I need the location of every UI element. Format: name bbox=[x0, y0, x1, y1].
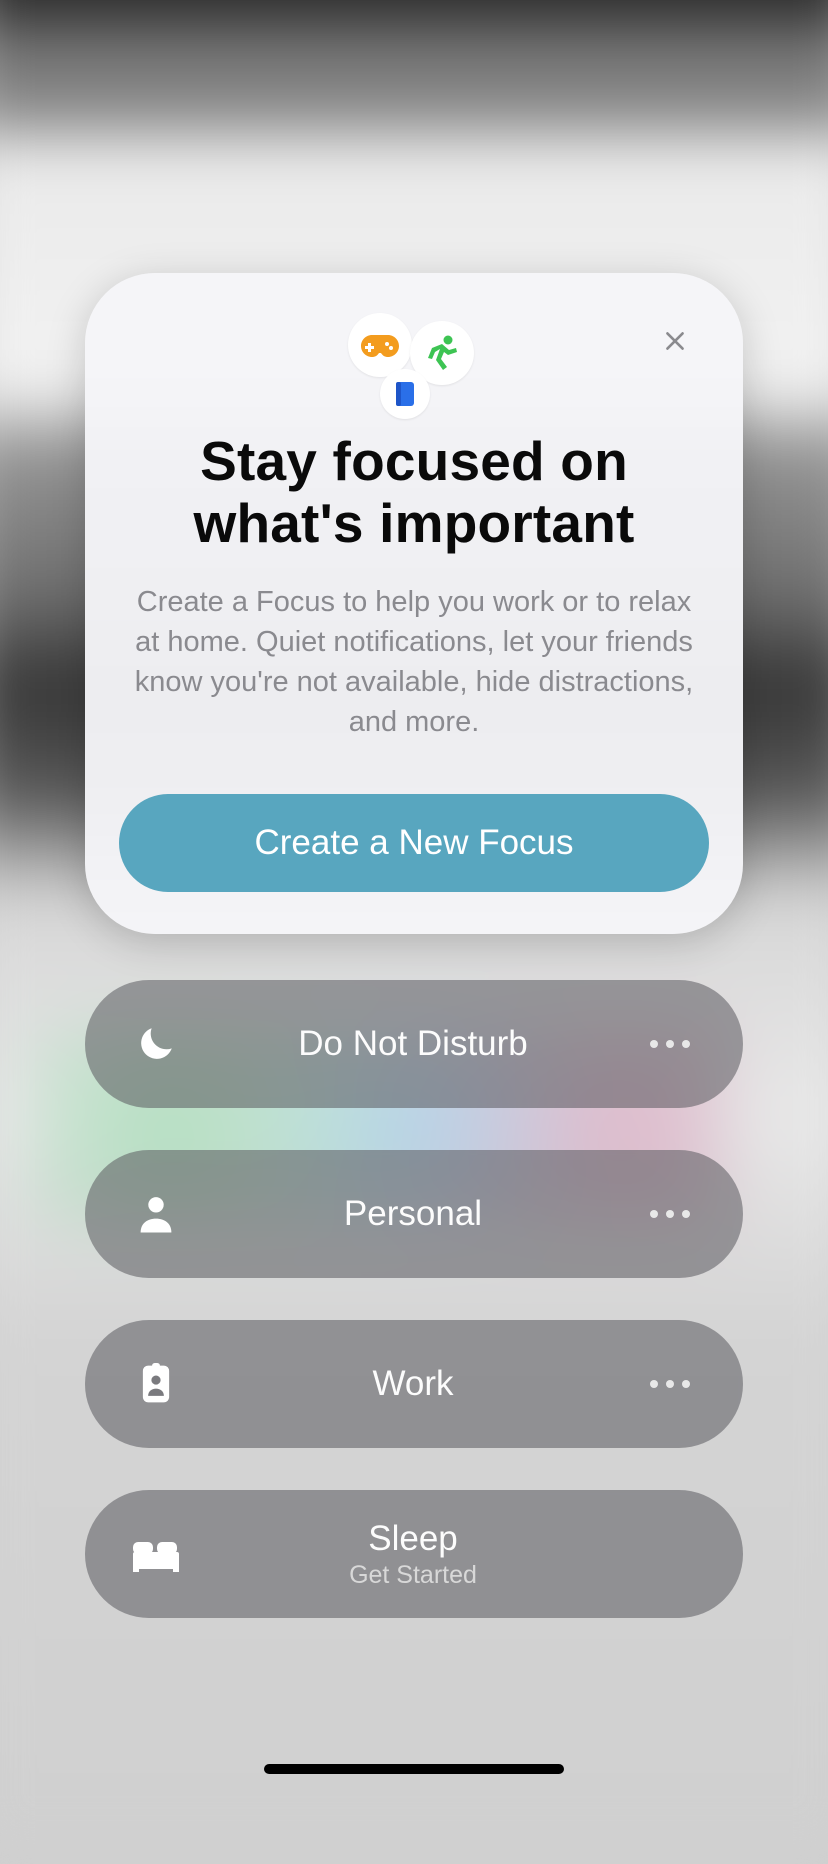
focus-overlay: Stay focused on what's important Create … bbox=[0, 0, 828, 1792]
home-indicator[interactable] bbox=[264, 1764, 564, 1774]
bed-icon bbox=[131, 1536, 181, 1572]
focus-mode-list: Do Not Disturb Personal Work bbox=[85, 980, 743, 1618]
mode-label: Do Not Disturb bbox=[298, 1024, 528, 1064]
focus-intro-card: Stay focused on what's important Create … bbox=[85, 273, 743, 934]
game-controller-icon bbox=[348, 313, 412, 377]
card-description: Create a Focus to help you work or to re… bbox=[119, 582, 709, 742]
mode-label: Work bbox=[372, 1364, 453, 1404]
more-icon[interactable] bbox=[645, 1380, 695, 1388]
mode-work[interactable]: Work bbox=[85, 1320, 743, 1448]
mode-label: Personal bbox=[344, 1194, 482, 1234]
more-icon[interactable] bbox=[645, 1210, 695, 1218]
book-icon bbox=[380, 369, 430, 419]
mode-personal[interactable]: Personal bbox=[85, 1150, 743, 1278]
mode-label: Sleep bbox=[368, 1519, 458, 1559]
person-icon bbox=[137, 1194, 175, 1234]
close-icon bbox=[662, 328, 688, 354]
mode-sublabel: Get Started bbox=[349, 1561, 477, 1590]
card-title: Stay focused on what's important bbox=[119, 431, 709, 554]
moon-icon bbox=[135, 1023, 177, 1065]
create-focus-button[interactable]: Create a New Focus bbox=[119, 794, 709, 892]
intro-icon-cluster bbox=[354, 313, 474, 413]
more-icon[interactable] bbox=[645, 1040, 695, 1048]
badge-icon bbox=[140, 1363, 172, 1405]
mode-sleep[interactable]: Sleep Get Started bbox=[85, 1490, 743, 1618]
close-button[interactable] bbox=[653, 319, 697, 363]
mode-do-not-disturb[interactable]: Do Not Disturb bbox=[85, 980, 743, 1108]
